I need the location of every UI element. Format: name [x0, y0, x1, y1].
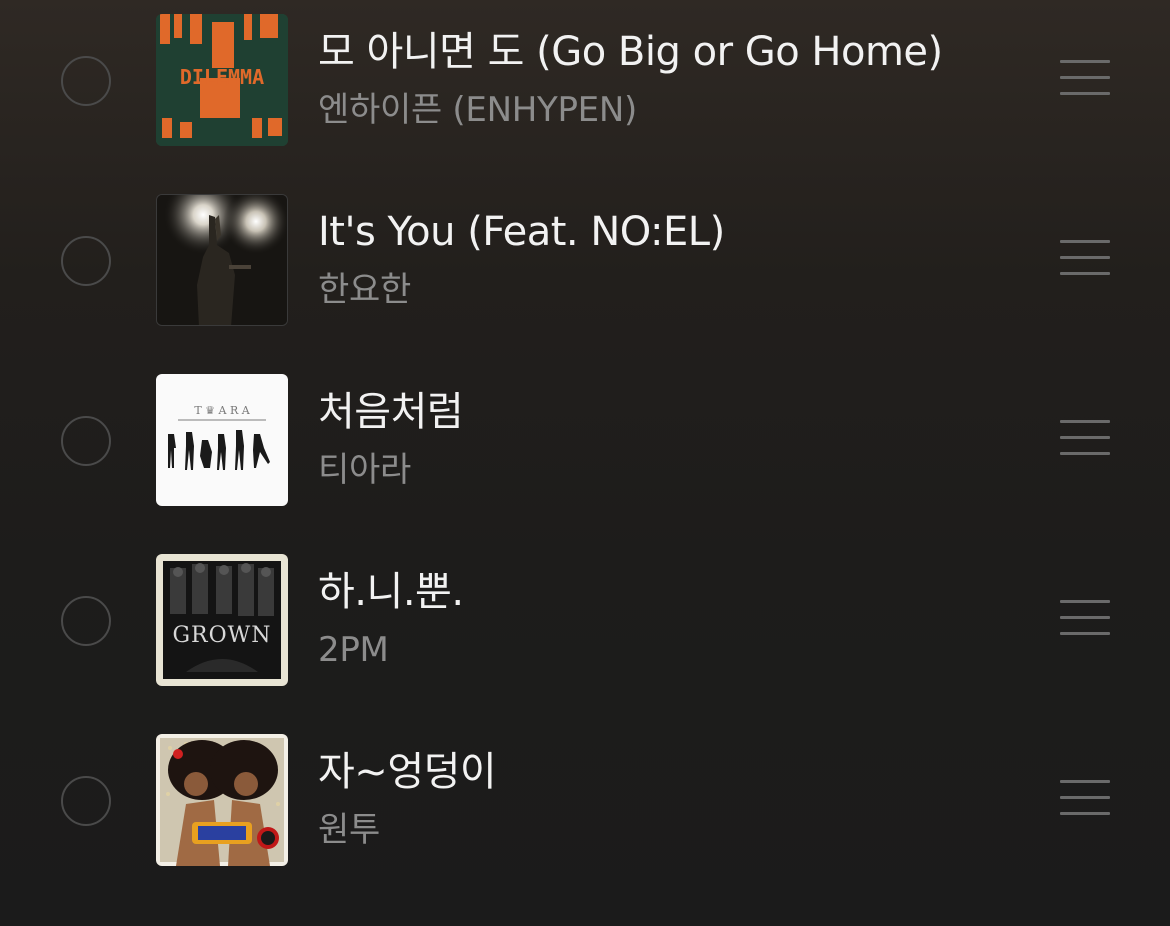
- track-artist: 한요한: [318, 270, 411, 310]
- select-circle[interactable]: [61, 236, 111, 286]
- cover-text: T ♛ A R A: [194, 404, 250, 417]
- drag-handle-icon[interactable]: [1060, 240, 1110, 276]
- select-circle[interactable]: [61, 596, 111, 646]
- track-artist: 티아라: [318, 450, 411, 490]
- track-artist: 엔하이픈 (ENHYPEN): [318, 90, 637, 130]
- album-cover[interactable]: [156, 194, 288, 326]
- drag-handle-icon[interactable]: [1060, 780, 1110, 816]
- track-title: 자~엉덩이: [318, 749, 497, 795]
- track-row[interactable]: 자~엉덩이 원투: [0, 720, 1170, 900]
- album-cover[interactable]: [156, 734, 288, 866]
- album-cover[interactable]: DILEMMA: [156, 14, 288, 146]
- album-cover-concert-photo-icon: [157, 195, 287, 325]
- select-circle[interactable]: [61, 416, 111, 466]
- track-artist: 원투: [318, 810, 380, 850]
- drag-handle-icon[interactable]: [1060, 600, 1110, 636]
- track-artist: 2PM: [318, 630, 389, 670]
- track-row[interactable]: It's You (Feat. NO:EL) 한요한: [0, 180, 1170, 360]
- track-title: 처음처럼: [318, 389, 464, 435]
- track-title: It's You (Feat. NO:EL): [318, 209, 725, 255]
- drag-handle-icon[interactable]: [1060, 420, 1110, 456]
- album-cover-afro-photo-icon: [156, 734, 288, 866]
- cover-text: DILEMMA: [180, 65, 264, 89]
- album-cover[interactable]: GROWN: [156, 554, 288, 686]
- select-circle[interactable]: [61, 56, 111, 106]
- track-row[interactable]: DILEMMA 모 아니면 도 (Go Big or Go Home) 엔하이픈…: [0, 0, 1170, 180]
- drag-handle-icon[interactable]: [1060, 60, 1110, 96]
- cover-text: GROWN: [172, 623, 271, 648]
- album-cover-tara-icon: T ♛ A R A: [156, 374, 288, 506]
- track-row[interactable]: T ♛ A R A 처음처럼 티아라: [0, 360, 1170, 540]
- track-title: 모 아니면 도 (Go Big or Go Home): [318, 29, 943, 75]
- album-cover[interactable]: T ♛ A R A: [156, 374, 288, 506]
- track-title: 하.니.뿐.: [318, 569, 464, 615]
- track-list: DILEMMA 모 아니면 도 (Go Big or Go Home) 엔하이픈…: [0, 0, 1170, 926]
- album-cover-dilemma-icon: DILEMMA: [156, 14, 288, 146]
- track-row[interactable]: GROWN 하.니.뿐. 2PM: [0, 540, 1170, 720]
- album-cover-grown-icon: GROWN: [156, 554, 288, 686]
- select-circle[interactable]: [61, 776, 111, 826]
